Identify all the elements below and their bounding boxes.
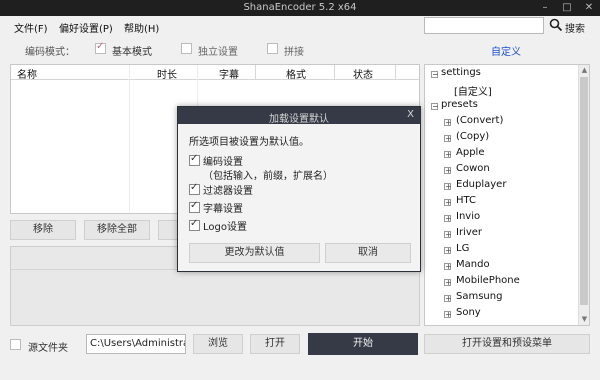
basic-mode-checkbox[interactable]	[95, 41, 106, 54]
dialog-title: 加载设置默认	[269, 114, 329, 125]
column-divider	[129, 65, 130, 213]
independent-settings-label: 独立设置	[198, 47, 238, 58]
expand-icon[interactable]: +	[444, 215, 452, 223]
dialog-cancel-button[interactable]: 取消	[325, 243, 411, 263]
tree-node-preset[interactable]: LG	[456, 243, 469, 254]
column-name[interactable]: 名称	[17, 66, 37, 81]
tree-node-preset[interactable]: MobilePhone	[456, 275, 520, 286]
maximize-button[interactable]: □	[556, 0, 578, 16]
filter-settings-checkbox[interactable]	[189, 182, 200, 195]
minimize-button[interactable]: –	[534, 0, 556, 16]
window-title: ShanaEncoder 5.2 x64	[243, 2, 357, 13]
expand-icon[interactable]: +	[444, 247, 452, 255]
start-button[interactable]: 开始	[308, 333, 418, 355]
menu-help[interactable]: 帮助(H)	[124, 20, 159, 35]
tree-node-preset[interactable]: (Copy)	[456, 131, 489, 142]
tree-node-preset[interactable]: Invio	[456, 211, 480, 222]
header-divider	[334, 65, 335, 80]
column-duration[interactable]: 时长	[157, 66, 177, 81]
scroll-down-icon[interactable]: ▼	[579, 314, 590, 325]
search-input[interactable]	[424, 17, 544, 34]
dialog-message: 所选项目被设置为默认值。	[189, 137, 309, 148]
remove-button[interactable]: 移除	[10, 220, 76, 240]
output-path-input[interactable]: C:\Users\Administrator\	[86, 334, 186, 354]
basic-mode-label: 基本模式	[112, 47, 152, 58]
filter-settings-label: 过滤器设置	[203, 186, 253, 197]
collapse-icon[interactable]: −	[431, 103, 439, 111]
tree-node-presets[interactable]: presets	[441, 99, 478, 110]
settings-preset-menu-button[interactable]: 打开设置和预设菜单	[424, 334, 590, 354]
encoding-settings-label: 编码设置	[203, 157, 243, 168]
logo-settings-checkbox[interactable]	[189, 218, 200, 231]
tree-node-settings[interactable]: settings	[441, 67, 481, 78]
scroll-up-icon[interactable]: ▲	[579, 65, 590, 76]
expand-icon[interactable]: +	[444, 135, 452, 143]
tree-node-preset[interactable]: Apple	[456, 147, 484, 158]
tree-node-preset[interactable]: Mando	[456, 259, 490, 270]
custom-link[interactable]: 自定义	[491, 43, 521, 58]
expand-icon[interactable]: +	[444, 167, 452, 175]
header-divider	[255, 65, 256, 80]
tree-node-preset[interactable]: Sony	[456, 307, 481, 318]
source-folder-checkbox[interactable]	[10, 339, 21, 350]
file-list-header: 名称 时长 字幕 格式 状态	[11, 65, 419, 81]
tree-node-preset[interactable]: Samsung	[456, 291, 502, 302]
tree-node-preset[interactable]: Iriver	[456, 227, 482, 238]
remove-all-button[interactable]: 移除全部	[84, 220, 150, 240]
close-button[interactable]: ✕	[578, 0, 600, 16]
expand-icon[interactable]: +	[444, 151, 452, 159]
dialog-title-bar: 加载设置默认 X	[178, 107, 420, 125]
tree-node-custom[interactable]: [自定义]	[454, 83, 492, 98]
column-status[interactable]: 状态	[353, 66, 373, 81]
tree-node-preset[interactable]: Cowon	[456, 163, 490, 174]
logo-settings-label: Logo设置	[203, 222, 247, 233]
tree-node-preset[interactable]: Eduplayer	[456, 179, 506, 190]
tree-node-preset[interactable]: HTC	[456, 195, 476, 206]
column-subtitle[interactable]: 字幕	[219, 66, 239, 81]
status-strip	[0, 362, 600, 380]
expand-icon[interactable]: +	[444, 183, 452, 191]
subtitle-settings-label: 字幕设置	[203, 204, 243, 215]
load-defaults-dialog: 加载设置默认 X 所选项目被设置为默认值。 编码设置 （包括输入，前缀，扩展名）…	[177, 106, 421, 272]
encoding-settings-checkbox[interactable]	[189, 153, 200, 166]
search-icon[interactable]	[549, 18, 563, 32]
browse-button[interactable]: 浏览	[193, 334, 243, 354]
expand-icon[interactable]: +	[444, 295, 452, 303]
menu-file[interactable]: 文件(F)	[14, 20, 48, 35]
set-default-button[interactable]: 更改为默认值	[189, 243, 320, 263]
concat-checkbox[interactable]	[267, 43, 278, 54]
expand-icon[interactable]: +	[444, 199, 452, 207]
menu-preferences[interactable]: 偏好设置(P)	[59, 20, 113, 35]
concat-label: 拼接	[284, 47, 304, 58]
encoding-mode-label: 编码模式：	[25, 47, 75, 58]
search-button[interactable]: 搜索	[565, 20, 585, 35]
expand-icon[interactable]: +	[444, 311, 452, 319]
open-button[interactable]: 打开	[250, 334, 300, 354]
scrollbar-thumb[interactable]	[580, 77, 588, 305]
expand-icon[interactable]: +	[444, 279, 452, 287]
tree-node-preset[interactable]: (Convert)	[456, 115, 503, 126]
header-divider	[395, 65, 396, 80]
preset-tree[interactable]: − settings [自定义] − presets + (Convert) +…	[424, 64, 590, 326]
expand-icon[interactable]: +	[444, 119, 452, 127]
expand-icon[interactable]: +	[444, 263, 452, 271]
title-bar: ShanaEncoder 5.2 x64 – □ ✕	[0, 0, 600, 16]
dialog-close-button[interactable]: X	[407, 109, 414, 120]
independent-settings-checkbox[interactable]	[181, 43, 192, 54]
column-format[interactable]: 格式	[286, 66, 306, 81]
collapse-icon[interactable]: −	[431, 71, 439, 79]
expand-icon[interactable]: +	[444, 231, 452, 239]
subtitle-settings-checkbox[interactable]	[189, 200, 200, 213]
encoding-settings-sublabel: （包括输入，前缀，扩展名）	[203, 171, 333, 182]
tree-scrollbar[interactable]: ▲ ▼	[578, 65, 589, 325]
source-folder-label: 源文件夹	[28, 343, 68, 354]
